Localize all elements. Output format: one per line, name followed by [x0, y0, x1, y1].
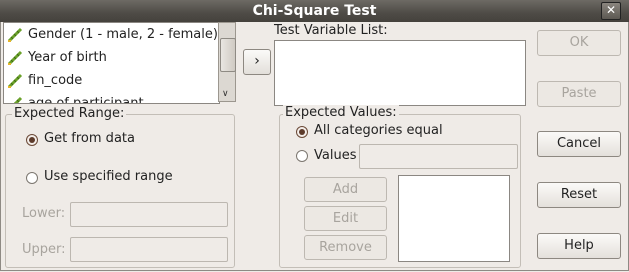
- ok-button[interactable]: OK: [537, 30, 621, 56]
- get-from-data-label[interactable]: Get from data: [44, 131, 135, 146]
- use-specified-range-radio[interactable]: [26, 172, 38, 184]
- values-radio[interactable]: [296, 150, 308, 162]
- test-variable-list-label: Test Variable List:: [274, 23, 388, 38]
- variable-label: fin_code: [28, 73, 83, 88]
- scrollbar-thumb[interactable]: [220, 38, 236, 72]
- expected-values-title: Expected Values:: [283, 105, 399, 120]
- variable-label: age of participant: [28, 96, 144, 104]
- values-field[interactable]: [359, 144, 518, 169]
- ruler-icon: [7, 27, 23, 43]
- ruler-icon: [13, 96, 23, 103]
- expected-values-list[interactable]: [398, 175, 510, 262]
- lower-field[interactable]: [70, 202, 228, 227]
- help-button[interactable]: Help: [537, 233, 621, 259]
- ruler-icon: [7, 50, 23, 66]
- window-title: Chi-Square Test: [252, 3, 377, 19]
- close-icon: ✕: [605, 3, 617, 17]
- upper-label: Upper:: [22, 242, 66, 257]
- close-button[interactable]: ✕: [601, 2, 621, 20]
- variable-label: Year of birth: [28, 50, 107, 65]
- chevron-right-icon: ›: [254, 53, 260, 69]
- chevron-down-icon[interactable]: ∨: [222, 89, 229, 99]
- expected-range-title: Expected Range:: [12, 106, 127, 121]
- list-scrollbar[interactable]: ∨: [218, 22, 236, 102]
- remove-button[interactable]: Remove: [304, 235, 387, 260]
- use-specified-range-label[interactable]: Use specified range: [44, 169, 173, 184]
- all-categories-equal-radio[interactable]: [296, 126, 308, 138]
- test-variable-list[interactable]: [274, 40, 526, 106]
- get-from-data-radio[interactable]: [26, 134, 38, 146]
- reset-button[interactable]: Reset: [537, 182, 621, 208]
- variable-label: Gender (1 - male, 2 - female): [28, 27, 218, 42]
- paste-button[interactable]: Paste: [537, 81, 621, 107]
- edit-button[interactable]: Edit: [304, 206, 387, 231]
- move-to-test-list-button[interactable]: ›: [243, 49, 271, 75]
- lower-label: Lower:: [22, 206, 66, 221]
- cancel-button[interactable]: Cancel: [537, 131, 621, 157]
- ruler-icon: [7, 73, 23, 89]
- add-button[interactable]: Add: [304, 177, 387, 202]
- values-label[interactable]: Values: [314, 148, 356, 163]
- upper-field[interactable]: [70, 237, 228, 262]
- source-variable-list[interactable]: Gender (1 - male, 2 - female) Year of bi…: [3, 22, 220, 104]
- all-categories-equal-label[interactable]: All categories equal: [314, 123, 443, 138]
- title-bar[interactable]: Chi-Square Test ✕: [0, 0, 629, 23]
